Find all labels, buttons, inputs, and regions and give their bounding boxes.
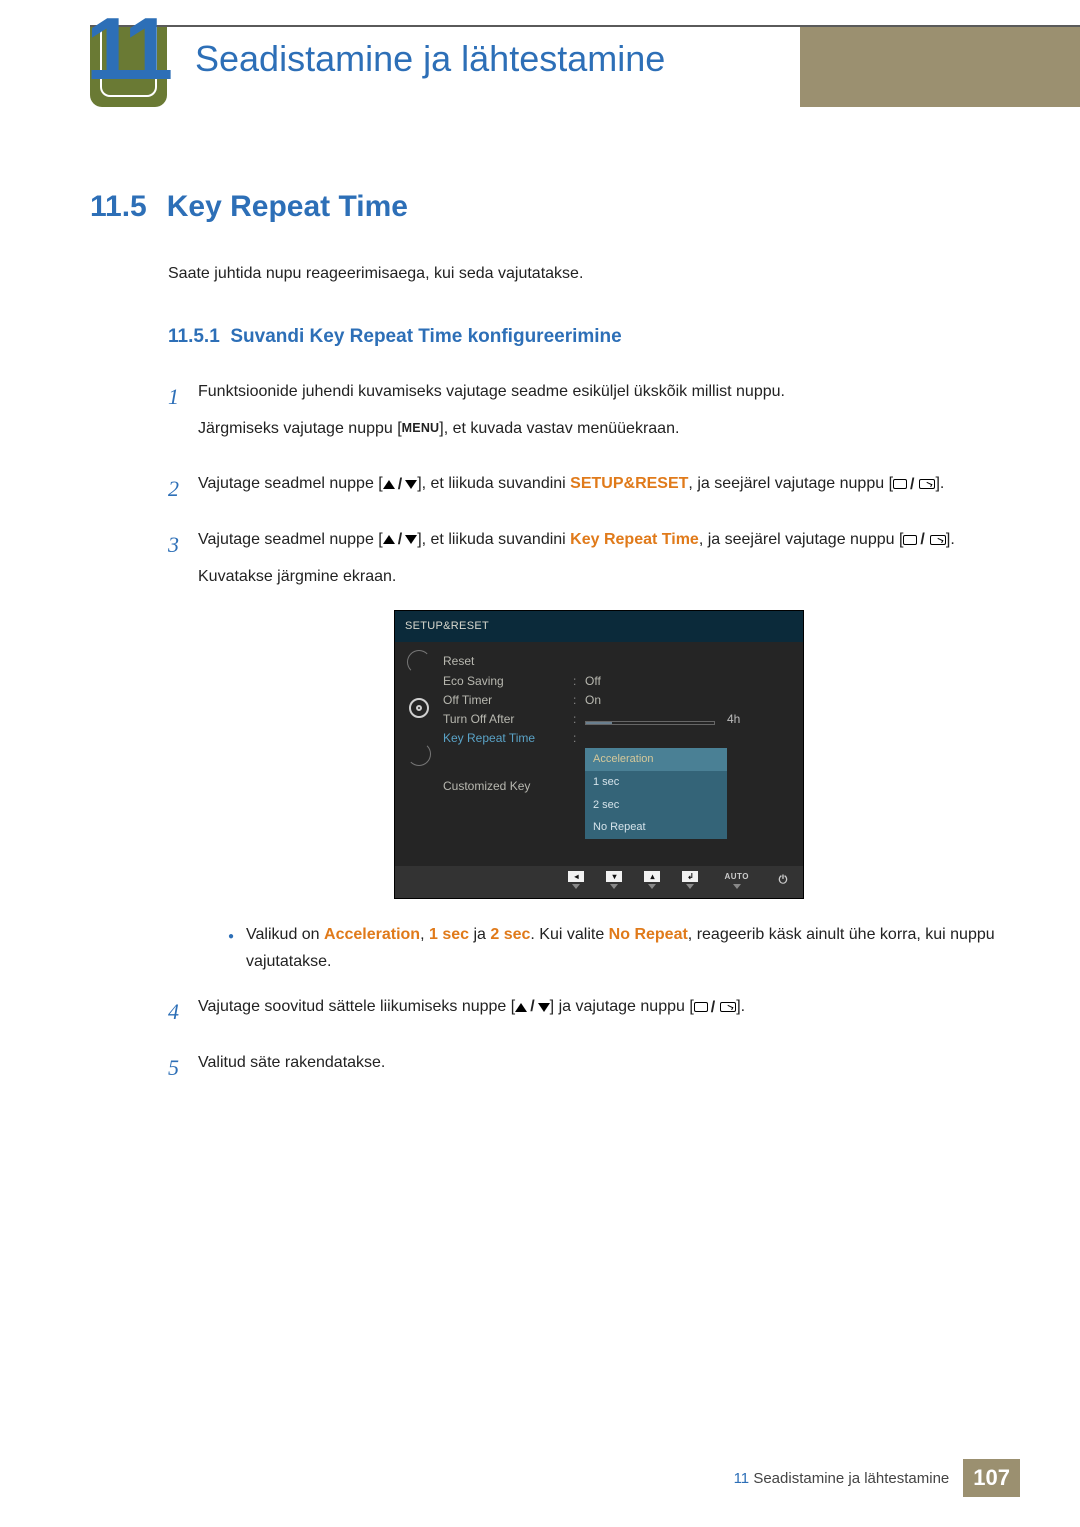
step-3: 3 Vajutage seadmel nuppe [/], et liikuda…	[168, 526, 1000, 975]
arc-up-icon	[407, 650, 431, 674]
osd-nav-enter: ↲	[682, 871, 698, 889]
step-body: Vajutage seadmel nuppe [/], et liikuda s…	[198, 526, 1000, 975]
osd-screenshot: SETUP&RESET	[394, 610, 804, 898]
option-norepeat: No Repeat	[609, 926, 688, 943]
content-area: 11.5 Key Repeat Time Saate juhtida nupu r…	[90, 190, 1000, 1104]
osd-row-turnoff: Turn Off After: 4h	[443, 710, 793, 729]
subsection-title: Suvandi Key Repeat Time konfigureerimine	[230, 326, 621, 347]
step-text: Kuvatakse järgmine ekraan.	[198, 563, 1000, 590]
osd-window: SETUP&RESET	[394, 610, 804, 898]
step-text: Vajutage seadmel nuppe [/], et liikuda s…	[198, 470, 1000, 497]
source-enter-icon: /	[694, 993, 736, 1020]
triangle-down-icon	[405, 480, 417, 489]
osd-option-selected: Acceleration	[585, 748, 727, 771]
step-2: 2 Vajutage seadmel nuppe [/], et liikuda…	[168, 470, 1000, 507]
osd-body: Reset Eco Saving:Off Off Timer:On	[395, 642, 803, 866]
step-body: Vajutage seadmel nuppe [/], et liikuda s…	[198, 470, 1000, 507]
chapter-number: 11	[86, 0, 167, 100]
triangle-down-icon	[405, 535, 417, 544]
step-text: Vajutage soovitud sättele liikumiseks nu…	[198, 993, 1000, 1020]
option-1sec: 1 sec	[429, 926, 469, 943]
note-text: Valikud on Acceleration, 1 sec ja 2 sec.…	[246, 921, 1000, 975]
footer-chapter-number: 11	[734, 1470, 750, 1487]
osd-label: Turn Off After	[443, 709, 573, 729]
step-text: Valitud säte rakendatakse.	[198, 1049, 1000, 1076]
subsection-number: 11.5.1	[168, 326, 220, 347]
osd-nav-bar: ◂ ▾ ▴ ↲ AUTO ⏻	[395, 866, 803, 898]
step-number: 5	[168, 1049, 198, 1086]
chapter-title: Seadistamine ja lähtestamine	[195, 38, 665, 80]
footer-chapter-title: Seadistamine ja lähtestamine	[753, 1470, 949, 1487]
osd-icon-column	[395, 642, 443, 866]
osd-nav-power: ⏻	[775, 874, 791, 885]
osd-row-eco: Eco Saving:Off	[443, 672, 793, 691]
step-number: 4	[168, 993, 198, 1030]
osd-value: 4h	[727, 709, 740, 729]
osd-nav-back: ◂	[568, 871, 584, 889]
option-2sec: 2 sec	[490, 926, 530, 943]
step-list: 1 Funktsioonide juhendi kuvamiseks vajut…	[168, 378, 1000, 1086]
gear-icon	[409, 698, 429, 718]
section-heading: 11.5 Key Repeat Time	[90, 190, 1000, 224]
osd-header: SETUP&RESET	[395, 611, 803, 642]
arc-down-icon	[407, 742, 431, 766]
slash-icon: /	[530, 993, 534, 1020]
osd-slider	[585, 721, 715, 725]
triangle-up-icon	[515, 1003, 527, 1012]
osd-nav-auto: AUTO	[720, 871, 753, 889]
page-number: 107	[963, 1459, 1020, 1497]
osd-label: Eco Saving	[443, 671, 573, 691]
subsection-heading: 11.5.1 Suvandi Key Repeat Time konfigure…	[168, 326, 1000, 348]
step-number: 1	[168, 378, 198, 452]
step-text: Vajutage seadmel nuppe [/], et liikuda s…	[198, 526, 1000, 553]
osd-label: Key Repeat Time	[443, 728, 573, 748]
menu-label: MENU	[402, 421, 440, 435]
section-title: Key Repeat Time	[167, 190, 408, 223]
osd-nav-up: ▴	[644, 871, 660, 889]
page: 11 Seadistamine ja lähtestamine 11.5 Key …	[0, 0, 1080, 1527]
triangle-up-icon	[383, 535, 395, 544]
page-footer: 11 Seadistamine ja lähtestamine 107	[734, 1459, 1020, 1497]
key-repeat-time-label: Key Repeat Time	[570, 531, 699, 548]
osd-menu: Reset Eco Saving:Off Off Timer:On	[443, 642, 803, 866]
bullet-icon: ●	[228, 928, 234, 975]
slash-icon: /	[398, 526, 402, 553]
option-acceleration: Acceleration	[324, 926, 420, 943]
step-4: 4 Vajutage soovitud sättele liikumiseks …	[168, 993, 1000, 1030]
osd-value: On	[585, 690, 793, 710]
section-intro: Saate juhtida nupu reageerimisaega, kui …	[168, 262, 1000, 286]
step-1: 1 Funktsioonide juhendi kuvamiseks vajut…	[168, 378, 1000, 452]
step-body: Vajutage soovitud sättele liikumiseks nu…	[198, 993, 1000, 1030]
osd-value: Off	[585, 671, 793, 691]
step-text: Järgmiseks vajutage nuppu [MENU], et kuv…	[198, 415, 1000, 442]
osd-row-keyrepeat: Key Repeat Time:	[443, 729, 793, 748]
osd-label: Reset	[443, 651, 573, 671]
osd-nav-down: ▾	[606, 871, 622, 889]
source-enter-icon: /	[893, 470, 935, 497]
triangle-up-icon	[383, 480, 395, 489]
footer-chapter: 11 Seadistamine ja lähtestamine	[734, 1470, 950, 1487]
step-body: Funktsioonide juhendi kuvamiseks vajutag…	[198, 378, 1000, 452]
step-number: 3	[168, 526, 198, 975]
osd-label: Customized Key	[443, 776, 573, 796]
osd-row-offtimer: Off Timer:On	[443, 691, 793, 710]
slash-icon: /	[398, 471, 402, 498]
setup-reset-label: SETUP&RESET	[570, 475, 688, 492]
section-number: 11.5	[90, 190, 147, 223]
osd-label: Off Timer	[443, 690, 573, 710]
source-enter-icon: /	[903, 526, 945, 553]
step-body: Valitud säte rakendatakse.	[198, 1049, 1000, 1086]
header-band	[800, 27, 1080, 107]
step-number: 2	[168, 470, 198, 507]
note-bullet: ● Valikud on Acceleration, 1 sec ja 2 se…	[228, 921, 1000, 975]
step-5: 5 Valitud säte rakendatakse.	[168, 1049, 1000, 1086]
step-text: Funktsioonide juhendi kuvamiseks vajutag…	[198, 378, 1000, 405]
triangle-down-icon	[538, 1003, 550, 1012]
osd-row-reset: Reset	[443, 650, 793, 672]
